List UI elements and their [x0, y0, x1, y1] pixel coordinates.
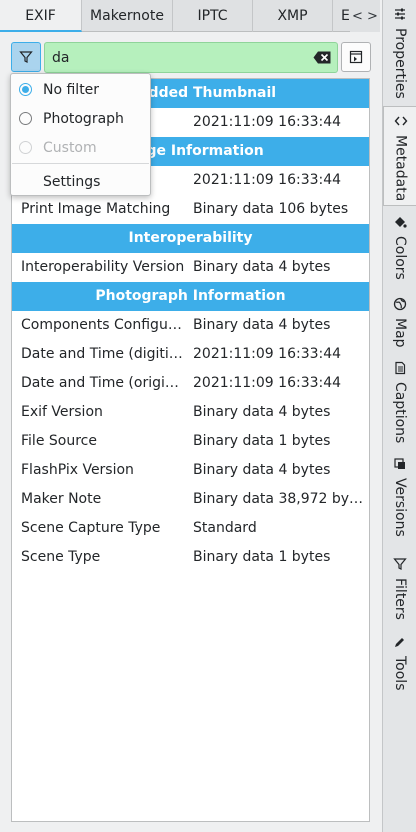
row-key: Print Image Matching	[21, 201, 171, 217]
menu-item-photograph[interactable]: Photograph	[11, 104, 150, 133]
row-value: Binary data 4 bytes	[193, 259, 331, 275]
row-key: FlashPix Version	[21, 462, 134, 478]
menu-separator	[12, 163, 149, 164]
sidebar-item-label: Map	[392, 318, 408, 348]
row-value: Binary data 1 bytes	[193, 549, 331, 565]
sidebar-item-label: Tools	[392, 656, 408, 691]
sidebar-item-filters[interactable]: Filters	[383, 552, 416, 628]
tab-scroll-left-icon[interactable]: <	[352, 9, 363, 24]
table-row[interactable]: Date and Time (origi… 2021:11:09 16:33:4…	[12, 369, 369, 398]
row-value: 2021:11:09 16:33:44	[193, 114, 342, 130]
toggle-panel-button[interactable]	[341, 42, 371, 72]
tab-xmp[interactable]: XMP	[253, 0, 333, 32]
radio-checked-icon	[19, 83, 32, 96]
table-row[interactable]: File Source Binary data 1 bytes	[12, 427, 369, 456]
paint-bucket-icon	[392, 214, 408, 230]
row-key: Scene Type	[21, 549, 101, 565]
filter-icon	[19, 51, 33, 63]
code-icon	[393, 113, 409, 129]
menu-item-no-filter[interactable]: No filter	[11, 75, 150, 104]
sidebar-item-properties[interactable]: Properties	[383, 2, 416, 102]
globe-icon	[392, 296, 408, 312]
tab-scroll-right-icon[interactable]: >	[367, 9, 378, 24]
sidebar-item-map[interactable]: Map	[383, 292, 416, 354]
table-row[interactable]: Exif Version Binary data 4 bytes	[12, 398, 369, 427]
row-key: File Source	[21, 433, 97, 449]
table-row[interactable]: Print Image Matching Binary data 106 byt…	[12, 195, 369, 224]
menu-item-label: Custom	[43, 139, 97, 156]
table-row[interactable]: Scene Type Binary data 1 bytes	[12, 543, 369, 572]
menu-item-custom: Custom	[11, 133, 150, 162]
group-header[interactable]: Interoperability	[12, 224, 369, 253]
row-key: Interoperability Version	[21, 259, 185, 275]
pen-icon	[392, 634, 408, 650]
right-sidebar: Properties Metadata Colors Map Captions …	[382, 0, 416, 832]
filter-mode-menu: No filter Photograph Custom Settings	[10, 73, 151, 196]
row-value: 2021:11:09 16:33:44	[193, 172, 342, 188]
versions-icon	[392, 456, 408, 472]
radio-unchecked-icon	[19, 112, 32, 125]
sidebar-item-label: Versions	[392, 478, 408, 537]
row-value: Binary data 38,972 by…	[193, 491, 364, 507]
menu-item-settings[interactable]: Settings	[11, 167, 150, 196]
row-key: Date and Time (digiti…	[21, 346, 183, 362]
row-value: Standard	[193, 520, 257, 536]
sidebar-item-label: Colors	[392, 236, 408, 280]
sidebar-item-label: Metadata	[392, 135, 409, 202]
table-row[interactable]: FlashPix Version Binary data 4 bytes	[12, 456, 369, 485]
filter-mode-button[interactable]	[11, 42, 41, 72]
row-key: Exif Version	[21, 404, 103, 420]
row-value: 2021:11:09 16:33:44	[193, 375, 342, 391]
tab-iptc[interactable]: IPTC	[173, 0, 253, 32]
row-value: Binary data 4 bytes	[193, 404, 331, 420]
table-row[interactable]: Components Configu… Binary data 4 bytes	[12, 311, 369, 340]
tab-scroll-buttons: < >	[350, 0, 380, 32]
search-field[interactable]	[44, 42, 338, 73]
table-row[interactable]: Interoperability Version Binary data 4 b…	[12, 253, 369, 282]
sidebar-item-metadata[interactable]: Metadata	[383, 106, 416, 206]
row-value: Binary data 1 bytes	[193, 433, 331, 449]
document-icon	[392, 360, 408, 376]
filter-icon	[392, 556, 408, 572]
table-row[interactable]: Date and Time (digiti… 2021:11:09 16:33:…	[12, 340, 369, 369]
row-key: Maker Note	[21, 491, 102, 507]
table-row[interactable]: Maker Note Binary data 38,972 by…	[12, 485, 369, 514]
row-value: Binary data 4 bytes	[193, 462, 331, 478]
tab-makernote[interactable]: Makernote	[82, 0, 173, 32]
row-value: 2021:11:09 16:33:44	[193, 346, 342, 362]
row-key: Scene Capture Type	[21, 520, 161, 536]
sliders-icon	[392, 6, 408, 22]
row-key: Components Configu…	[21, 317, 182, 333]
sidebar-item-versions[interactable]: Versions	[383, 452, 416, 550]
menu-item-label: No filter	[43, 81, 100, 98]
row-key: Date and Time (origi…	[21, 375, 179, 391]
search-input[interactable]	[45, 43, 295, 72]
sidebar-item-colors[interactable]: Colors	[383, 210, 416, 290]
sidebar-item-label: Filters	[392, 578, 408, 620]
clear-text-icon[interactable]	[313, 51, 331, 64]
menu-item-label: Photograph	[43, 110, 124, 127]
panel-icon	[349, 50, 363, 64]
metadata-tab-bar: EXIF Makernote IPTC XMP E	[0, 0, 380, 32]
tab-exif[interactable]: EXIF	[0, 0, 82, 32]
table-row[interactable]: Scene Capture Type Standard	[12, 514, 369, 543]
sidebar-item-captions[interactable]: Captions	[383, 356, 416, 450]
menu-item-label: Settings	[43, 173, 101, 190]
row-value: Binary data 106 bytes	[193, 201, 349, 217]
sidebar-item-label: Captions	[392, 382, 408, 444]
radio-unchecked-icon	[19, 141, 32, 154]
group-header[interactable]: Photograph Information	[12, 282, 369, 311]
sidebar-item-tools[interactable]: Tools	[383, 630, 416, 700]
row-value: Binary data 4 bytes	[193, 317, 331, 333]
sidebar-item-label: Properties	[392, 28, 408, 99]
